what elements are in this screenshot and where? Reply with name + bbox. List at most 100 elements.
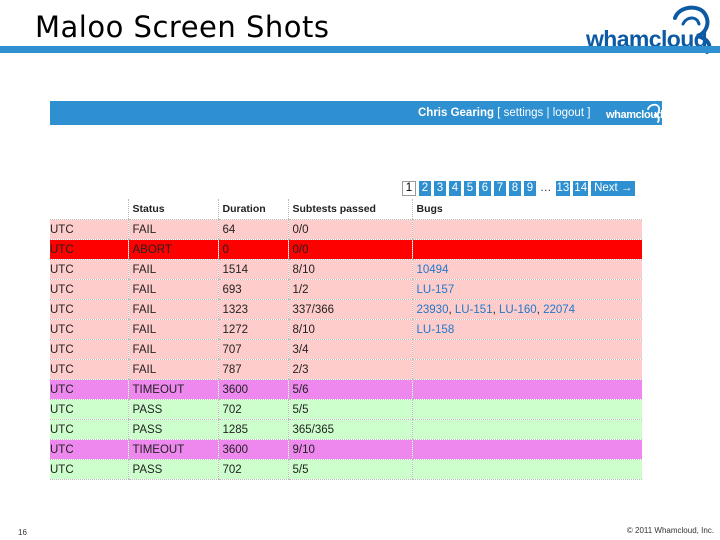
next-page-link[interactable]: Next →: [591, 181, 636, 196]
cell-bugs: [411, 219, 642, 240]
cell-subtests: 365/365: [287, 419, 412, 440]
cell-status: FAIL: [127, 319, 218, 340]
table-row[interactable]: UTC PASS 702 5/5: [50, 399, 642, 420]
cell-subtests: 9/10: [287, 439, 412, 460]
cell-duration: 693: [217, 279, 288, 300]
cell-subtests: 1/2: [287, 279, 412, 300]
page-link[interactable]: 9: [524, 181, 536, 196]
cell-time: UTC: [50, 459, 128, 480]
page-link[interactable]: 5: [464, 181, 476, 196]
cell-bugs: [411, 459, 642, 480]
cell-status: TIMEOUT: [127, 439, 218, 460]
page-link[interactable]: 4: [449, 181, 461, 196]
cell-time: UTC: [50, 379, 128, 400]
table-row[interactable]: UTC ABORT 0 0/0: [50, 239, 642, 260]
page-link[interactable]: 7: [494, 181, 506, 196]
cell-time: UTC: [50, 399, 128, 420]
cell-time: UTC: [50, 279, 128, 300]
pagination-ellipsis: …: [540, 182, 552, 194]
cell-status: FAIL: [127, 299, 218, 320]
cell-subtests: 5/6: [287, 379, 412, 400]
cell-duration: 3600: [217, 439, 288, 460]
test-runs-table: Status Duration Subtests passed Bugs UTC…: [50, 199, 642, 480]
page-link[interactable]: 14: [573, 181, 589, 196]
table-row[interactable]: UTC FAIL 64 0/0: [50, 219, 642, 240]
cell-duration: 1285: [217, 419, 288, 440]
app-logo: whamcloud: [606, 103, 663, 125]
page-link[interactable]: 2: [419, 181, 431, 196]
cell-time: UTC: [50, 219, 128, 240]
cell-time: UTC: [50, 339, 128, 360]
table-row[interactable]: UTC PASS 702 5/5: [50, 459, 642, 480]
cell-time: UTC: [50, 439, 128, 460]
cell-subtests: 5/5: [287, 399, 412, 420]
logout-link[interactable]: logout: [553, 107, 584, 119]
page-link[interactable]: 3: [434, 181, 446, 196]
cell-status: FAIL: [127, 259, 218, 280]
column-header-duration[interactable]: Duration: [217, 199, 288, 220]
column-header-status[interactable]: Status: [127, 199, 218, 220]
cell-subtests: 337/366: [287, 299, 412, 320]
cell-duration: 64: [217, 219, 288, 240]
table-row[interactable]: UTC FAIL 1323 337/366 23930, LU-151, LU-160,…: [50, 299, 642, 320]
column-header[interactable]: [50, 199, 128, 220]
cell-time: UTC: [50, 319, 128, 340]
maloo-screenshot: Chris Gearing [ settings | logout ] wham…: [50, 87, 663, 480]
cell-bugs: [411, 419, 642, 440]
cell-status: TIMEOUT: [127, 379, 218, 400]
cell-time: UTC: [50, 239, 128, 260]
bug-link[interactable]: LU-158: [417, 324, 455, 336]
page-link[interactable]: 6: [479, 181, 491, 196]
cell-bugs: 23930, LU-151, LU-160, 22074: [411, 299, 642, 320]
cell-status: FAIL: [127, 279, 218, 300]
page-current[interactable]: 1: [402, 181, 416, 196]
cell-bugs: [411, 379, 642, 400]
cell-bugs: [411, 399, 642, 420]
table-row[interactable]: UTC PASS 1285 365/365: [50, 419, 642, 440]
cell-duration: 787: [217, 359, 288, 380]
bug-link[interactable]: 10494: [417, 264, 449, 276]
slide-copyright: © 2011 Whamcloud, Inc.: [626, 526, 714, 535]
bug-link[interactable]: LU-157: [417, 284, 455, 296]
column-header-bugs[interactable]: Bugs: [411, 199, 642, 220]
cell-subtests: 2/3: [287, 359, 412, 380]
cell-duration: 702: [217, 459, 288, 480]
table-row[interactable]: UTC FAIL 693 1/2 LU-157: [50, 279, 642, 300]
table-row[interactable]: UTC FAIL 1272 8/10 LU-158: [50, 319, 642, 340]
cell-duration: 3600: [217, 379, 288, 400]
cell-status: PASS: [127, 399, 218, 420]
cell-status: ABORT: [127, 239, 218, 260]
cell-duration: 1323: [217, 299, 288, 320]
table-row[interactable]: UTC TIMEOUT 3600 9/10: [50, 439, 642, 460]
table-row[interactable]: UTC FAIL 707 3/4: [50, 339, 642, 360]
cell-time: UTC: [50, 259, 128, 280]
title-rule: [0, 46, 720, 53]
cell-bugs: [411, 239, 642, 260]
bug-link[interactable]: 23930: [417, 304, 449, 316]
bug-link[interactable]: LU-151: [455, 304, 493, 316]
slide-page-number: 16: [18, 528, 27, 537]
cell-subtests: 3/4: [287, 339, 412, 360]
app-header: Chris Gearing [ settings | logout ] wham…: [50, 101, 663, 125]
cell-time: UTC: [50, 419, 128, 440]
table-row[interactable]: UTC TIMEOUT 3600 5/6: [50, 379, 642, 400]
cell-duration: 1514: [217, 259, 288, 280]
table-row[interactable]: UTC FAIL 1514 8/10 10494: [50, 259, 642, 280]
table-row[interactable]: UTC FAIL 787 2/3: [50, 359, 642, 380]
cell-subtests: 5/5: [287, 459, 412, 480]
cloud-swirl-icon: [647, 103, 661, 123]
column-header-subtests[interactable]: Subtests passed: [287, 199, 412, 220]
bug-link[interactable]: LU-160: [499, 304, 537, 316]
table-header-row: Status Duration Subtests passed Bugs: [50, 199, 642, 220]
cell-status: FAIL: [127, 359, 218, 380]
settings-link[interactable]: settings: [504, 107, 544, 119]
cell-duration: 707: [217, 339, 288, 360]
cell-status: FAIL: [127, 339, 218, 360]
cell-bugs: [411, 439, 642, 460]
user-menu: Chris Gearing [ settings | logout ]: [418, 107, 591, 119]
cell-time: UTC: [50, 359, 128, 380]
page-link[interactable]: 8: [509, 181, 521, 196]
page-link[interactable]: 13: [555, 181, 571, 196]
bug-link[interactable]: 22074: [543, 304, 575, 316]
cell-duration: 702: [217, 399, 288, 420]
